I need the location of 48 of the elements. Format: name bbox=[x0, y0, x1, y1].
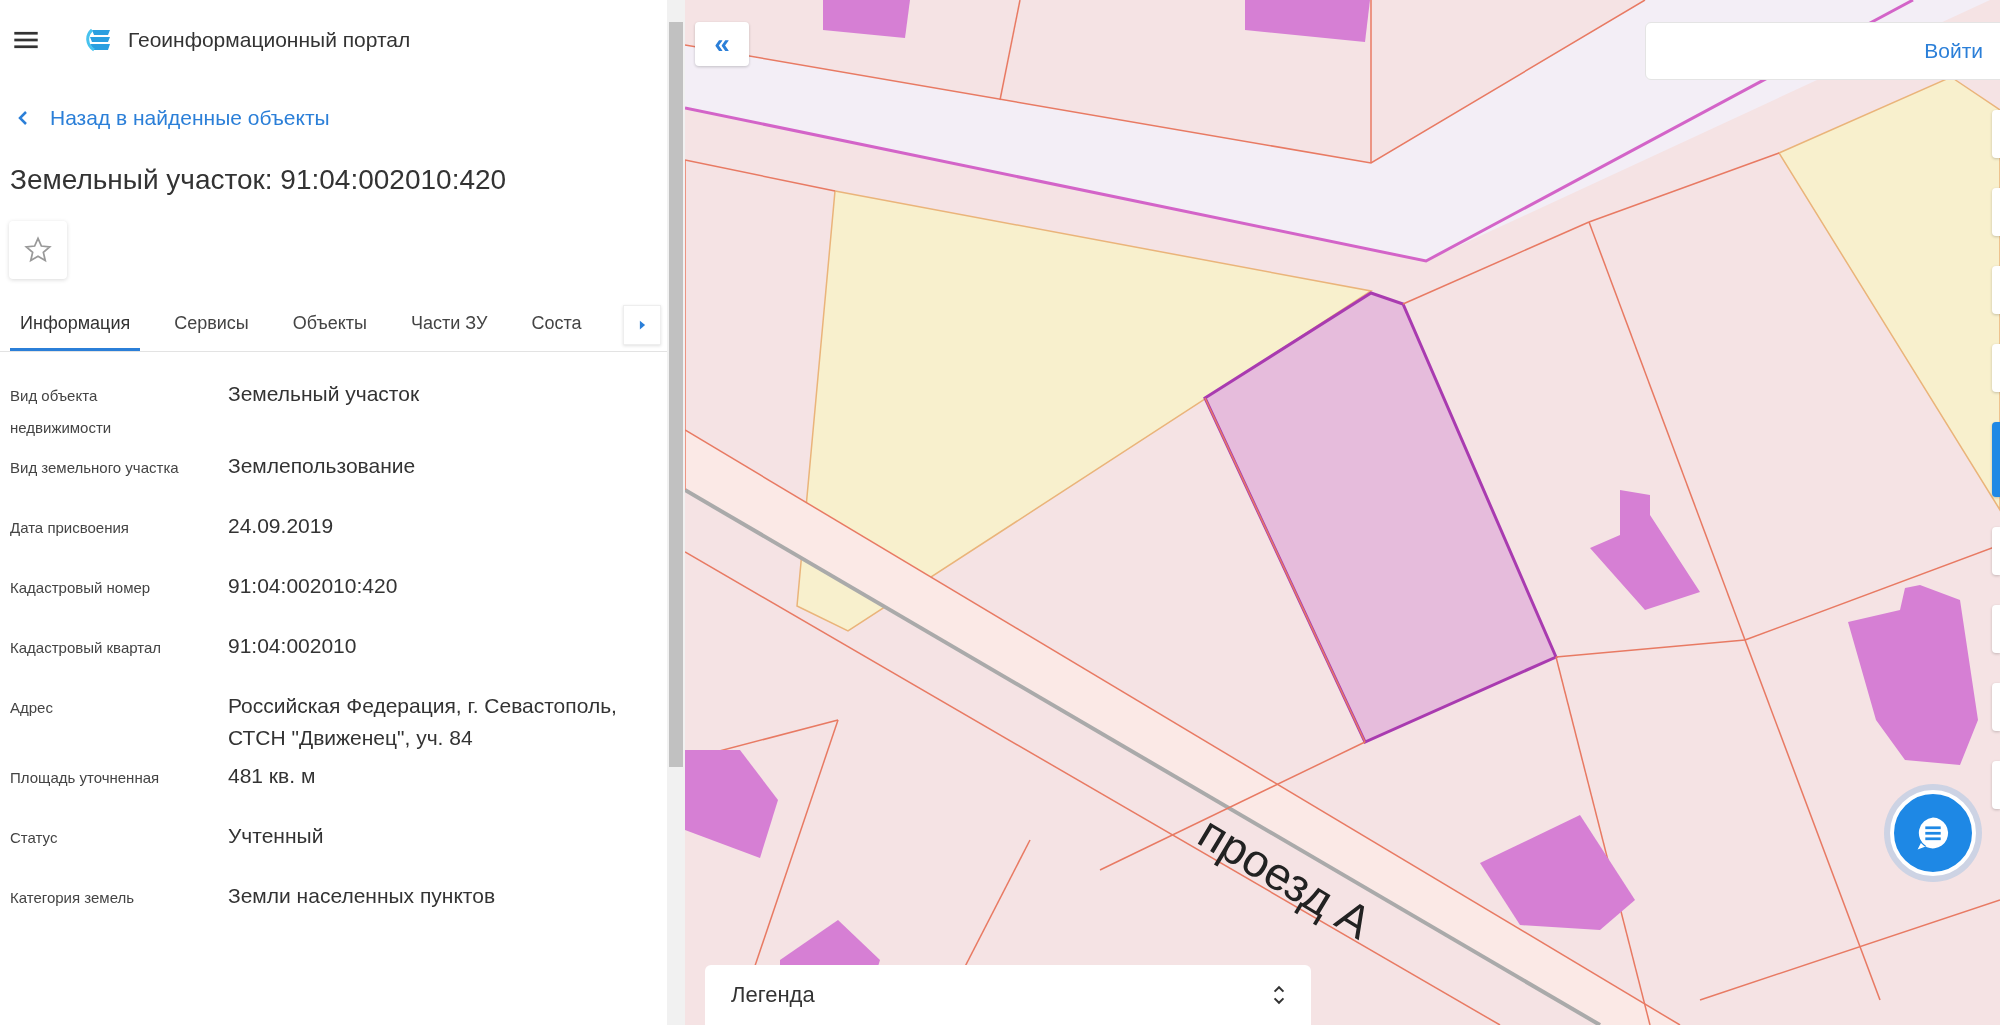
field-label: Адрес bbox=[10, 698, 54, 718]
field-value: Земли населенных пунктов bbox=[228, 883, 497, 909]
map-tool-button[interactable] bbox=[1992, 761, 2000, 809]
logo-icon bbox=[86, 27, 112, 53]
collapse-button[interactable]: « bbox=[695, 22, 749, 66]
field-value: 481 кв. м bbox=[228, 763, 317, 789]
field-label: Категория земель bbox=[10, 888, 136, 908]
star-icon bbox=[24, 236, 52, 264]
tab[interactable]: Части ЗУ bbox=[401, 299, 498, 351]
field-value: 24.09.2019 bbox=[228, 513, 335, 539]
field-value: Российская Федерация, г. Севастополь, СТСН "Движенец", уч. 84 bbox=[228, 693, 618, 751]
tab[interactable]: Информация bbox=[10, 299, 141, 351]
favorite-button[interactable] bbox=[9, 221, 67, 279]
tab[interactable]: Сервисы bbox=[164, 299, 259, 351]
map-tool-button[interactable] bbox=[1992, 683, 2000, 731]
tab-scroll-button[interactable] bbox=[623, 305, 661, 345]
login-button[interactable]: Войти bbox=[1645, 22, 2000, 80]
map-tool-button[interactable] bbox=[1992, 422, 2000, 497]
tab[interactable]: Соста bbox=[521, 299, 592, 351]
portal-title: Геоинформационный портал bbox=[128, 28, 411, 52]
map-tool-button[interactable] bbox=[1992, 527, 2000, 575]
map-tool-button[interactable] bbox=[1992, 344, 2000, 392]
scrollbar[interactable] bbox=[667, 0, 685, 1025]
object-title: Земельный участок: 91:04:002010:420 bbox=[9, 163, 508, 197]
menu-icon[interactable] bbox=[14, 31, 38, 49]
field-label: Кадастровый квартал bbox=[10, 638, 163, 658]
field-label: Вид объекта недвижимости bbox=[10, 386, 113, 438]
field-label: Кадастровый номер bbox=[10, 578, 152, 598]
field-value: Земельный участок bbox=[228, 381, 421, 407]
map-tool-button[interactable] bbox=[1992, 605, 2000, 653]
back-link[interactable]: Назад в найденные объекты bbox=[0, 80, 667, 155]
field-value: 91:04:002010 bbox=[228, 633, 358, 659]
field-label: Площадь уточненная bbox=[10, 768, 161, 788]
up-down-chevron-icon bbox=[1273, 985, 1285, 1005]
field-value: Землепользование bbox=[228, 453, 417, 479]
legend-dropdown[interactable]: Легенда bbox=[705, 965, 1311, 1025]
map-tool-button[interactable] bbox=[1992, 110, 2000, 158]
field-label: Дата присвоения bbox=[10, 518, 130, 538]
tab[interactable]: Объекты bbox=[282, 299, 378, 351]
field-label: Статус bbox=[10, 828, 59, 848]
field-value: 91:04:002010:420 bbox=[228, 573, 399, 599]
chevron-left-icon bbox=[18, 109, 28, 126]
cadastral-map-drawing[interactable] bbox=[685, 0, 2000, 1025]
field-value: Учтенный bbox=[228, 823, 325, 849]
triangle-right-icon bbox=[638, 320, 646, 330]
map-tool-button[interactable] bbox=[1992, 266, 2000, 314]
map-tool-button[interactable] bbox=[1992, 188, 2000, 236]
field-label: Вид земельного участка bbox=[10, 458, 180, 478]
